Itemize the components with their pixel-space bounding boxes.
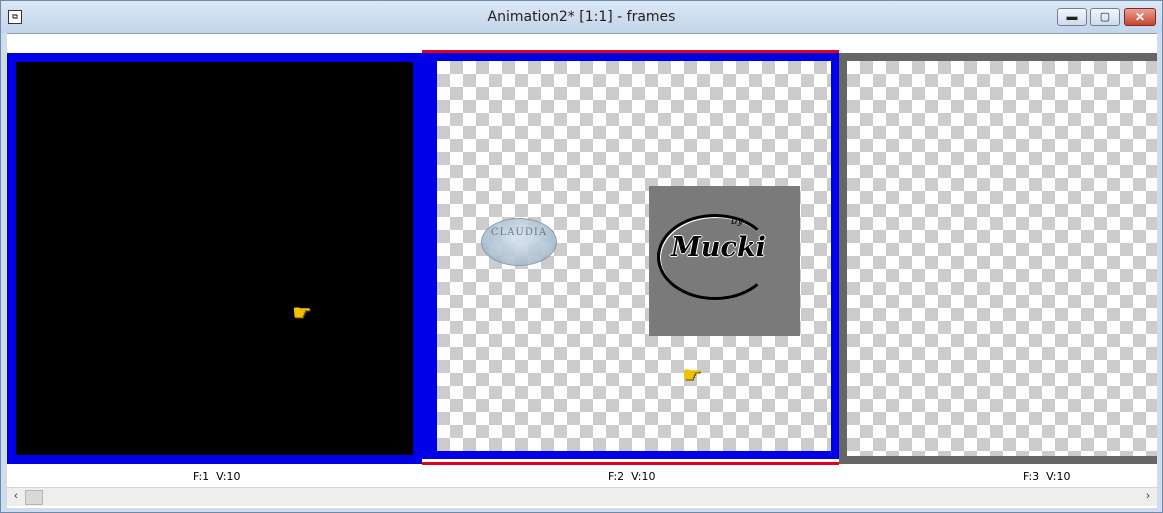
transparency-checkerboard — [847, 61, 1157, 456]
title-bar[interactable]: ⧉ Animation2* [1:1] - frames ▬ ▢ ✕ — [1, 1, 1162, 33]
scroll-left-icon[interactable]: ‹ — [7, 488, 25, 506]
stamp-text: CLAUDIA — [490, 227, 548, 238]
frame-1-label: F:1 V:10 — [193, 470, 241, 483]
logo-by-text: by — [731, 216, 744, 227]
frame-2-canvas: CLAUDIA by Mucki ☛ — [422, 53, 839, 459]
frame-3[interactable] — [839, 53, 1157, 464]
frame-2[interactable]: CLAUDIA by Mucki ☛ — [422, 50, 839, 465]
close-icon: ✕ — [1134, 10, 1146, 24]
close-button[interactable]: ✕ — [1124, 8, 1156, 26]
watermark-stamp: CLAUDIA — [481, 218, 557, 266]
frames-window: ⧉ Animation2* [1:1] - frames ▬ ▢ ✕ ☛ CLA… — [0, 0, 1163, 513]
minimize-icon: ▬ — [1066, 11, 1078, 23]
minimize-button[interactable]: ▬ — [1057, 8, 1087, 26]
pointer-hand-icon: ☛ — [292, 300, 312, 325]
frame-2-label: F:2 V:10 — [608, 470, 656, 483]
maximize-icon: ▢ — [1099, 11, 1111, 23]
scroll-thumb[interactable] — [25, 490, 43, 505]
pointer-hand-icon: ☛ — [682, 362, 702, 387]
horizontal-scrollbar[interactable]: ‹ › — [7, 487, 1157, 506]
scroll-right-icon[interactable]: › — [1139, 488, 1157, 506]
logo-text: Mucki — [671, 232, 766, 263]
frame-3-label: F:3 V:10 — [1023, 470, 1071, 483]
window-title: Animation2* [1:1] - frames — [487, 9, 676, 25]
frame-1[interactable]: ☛ — [7, 53, 422, 464]
maximize-button[interactable]: ▢ — [1090, 8, 1120, 26]
frames-view: ☛ CLAUDIA by Mucki ☛ F:1 V:10 F:2 V:10 F… — [7, 33, 1157, 508]
mucki-logo: by Mucki — [649, 186, 800, 336]
